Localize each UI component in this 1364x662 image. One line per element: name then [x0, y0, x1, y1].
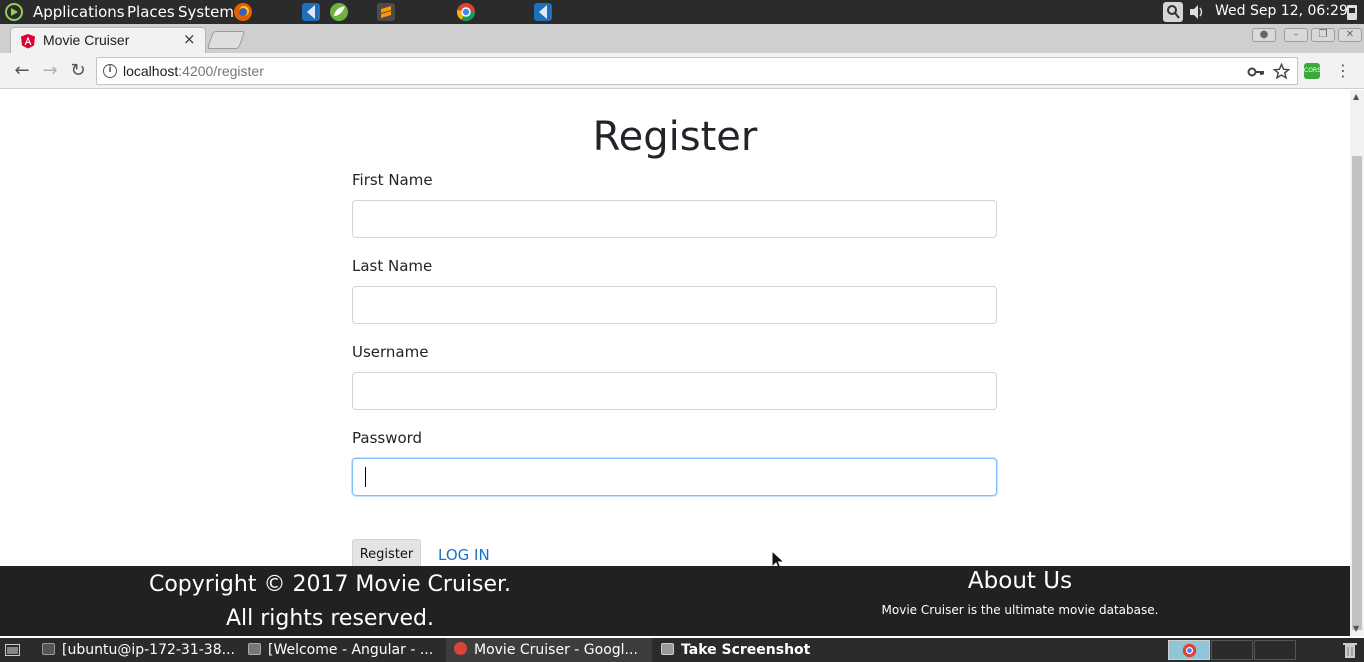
cors-extension-icon[interactable]: CORS [1304, 63, 1321, 79]
url-text[interactable]: localhost:4200/register [123, 63, 264, 79]
register-button[interactable]: Register [352, 539, 421, 566]
vscode-launcher-icon-2[interactable] [533, 2, 553, 22]
power-tray-icon[interactable] [1342, 2, 1362, 22]
vscode-launcher-icon[interactable] [301, 2, 321, 22]
password-input[interactable] [352, 458, 997, 496]
places-menu[interactable]: Places [127, 3, 175, 21]
taskbar-item-label: Take Screenshot [681, 642, 811, 658]
scrollbar-thumb[interactable] [1352, 156, 1362, 630]
text-caret [365, 467, 366, 487]
sublime-launcher-icon[interactable] [376, 2, 396, 22]
browser-tab-strip: Movie Cruiser × ● – ❐ ✕ [0, 24, 1364, 53]
page-title: Register [592, 114, 758, 160]
terminal-icon [42, 643, 55, 655]
page-viewport: Register First Name Last Name Username P… [0, 90, 1350, 566]
minimize-window-icon[interactable]: – [1284, 28, 1308, 42]
url-host: localhost [123, 63, 179, 79]
taskbar-item-label: [ubuntu@ip-172-31-38... [62, 642, 235, 658]
first-name-label: First Name [352, 171, 433, 189]
mouse-cursor-icon [771, 550, 785, 566]
reload-icon[interactable]: ↻ [68, 61, 88, 81]
about-us-heading: About Us [967, 568, 1073, 594]
last-name-label: Last Name [352, 257, 433, 275]
search-tray-icon[interactable] [1163, 2, 1183, 22]
maximize-window-icon[interactable]: ❐ [1311, 28, 1335, 42]
taskbar-item-vscode[interactable]: [Welcome - Angular - ... [242, 638, 442, 662]
new-tab-button[interactable] [206, 31, 246, 49]
chrome-workspace-icon [1182, 643, 1197, 658]
page-scrollbar[interactable]: ▲ ▼ [1350, 90, 1364, 636]
distro-logo-icon[interactable] [4, 2, 24, 22]
taskbar-item-screenshot[interactable]: Take Screenshot [655, 638, 825, 662]
profile-icon[interactable]: ● [1252, 28, 1276, 42]
username-input[interactable] [352, 372, 997, 410]
volume-tray-icon[interactable] [1187, 2, 1207, 22]
angular-favicon-icon [21, 34, 35, 49]
system-top-panel: Applications Places System Wed Sep 12, 0… [0, 0, 1364, 24]
tab-movie-cruiser[interactable]: Movie Cruiser × [10, 27, 206, 53]
username-label: Username [352, 343, 429, 361]
window-icon [248, 643, 261, 655]
taskbar-item-label: Movie Cruiser - Googl... [474, 642, 638, 658]
first-name-input[interactable] [352, 200, 997, 238]
show-desktop-icon[interactable] [5, 644, 20, 656]
spring-launcher-icon[interactable] [329, 2, 349, 22]
last-name-input[interactable] [352, 286, 997, 324]
back-arrow-icon[interactable]: ← [12, 61, 32, 81]
copyright-line-1: Copyright © 2017 Movie Cruiser. [148, 572, 512, 597]
scroll-up-arrow-icon[interactable]: ▲ [1353, 92, 1359, 101]
taskbar-item-terminal[interactable]: [ubuntu@ip-172-31-38... [36, 638, 241, 662]
login-link[interactable]: LOG IN [438, 546, 490, 564]
password-label: Password [352, 429, 423, 447]
taskbar-item-label: [Welcome - Angular - ... [268, 642, 434, 658]
tab-title: Movie Cruiser [43, 32, 130, 48]
scroll-down-arrow-icon[interactable]: ▼ [1353, 624, 1359, 633]
site-info-icon[interactable]: i [103, 64, 117, 78]
site-footer: Copyright © 2017 Movie Cruiser. All righ… [0, 566, 1350, 636]
workspace-switcher[interactable] [1168, 640, 1210, 660]
address-bar[interactable]: i localhost:4200/register [96, 57, 1298, 85]
applications-menu[interactable]: Applications [33, 3, 125, 21]
chrome-menu-icon[interactable]: ⋮ [1333, 61, 1353, 81]
camera-icon [661, 643, 674, 655]
chrome-icon [454, 642, 467, 655]
system-clock[interactable]: Wed Sep 12, 06:29 [1215, 3, 1348, 19]
forward-arrow-icon[interactable]: → [40, 61, 60, 81]
copyright-text: Copyright © 2017 Movie Cruiser. All righ… [130, 568, 530, 636]
about-us-text: Movie Cruiser is the ultimate movie data… [881, 603, 1159, 617]
firefox-launcher-icon[interactable] [233, 2, 253, 22]
tab-close-icon[interactable]: × [183, 30, 196, 48]
workspace-3[interactable] [1254, 640, 1296, 660]
copyright-line-2: All rights reserved. [225, 606, 435, 631]
system-menu[interactable]: System [178, 3, 234, 21]
browser-toolbar: ← → ↻ i localhost:4200/register CORS ⋮ [0, 53, 1364, 89]
chrome-launcher-icon[interactable] [456, 2, 476, 22]
trash-icon[interactable] [1342, 641, 1358, 659]
bookmark-star-icon[interactable] [1273, 63, 1290, 80]
system-taskbar: [ubuntu@ip-172-31-38... [Welcome - Angul… [0, 638, 1364, 662]
key-icon[interactable] [1247, 64, 1265, 80]
taskbar-item-chrome[interactable]: Movie Cruiser - Googl... [446, 638, 652, 662]
close-window-icon[interactable]: ✕ [1338, 28, 1362, 42]
workspace-2[interactable] [1211, 640, 1253, 660]
url-path: :4200/register [178, 63, 264, 79]
